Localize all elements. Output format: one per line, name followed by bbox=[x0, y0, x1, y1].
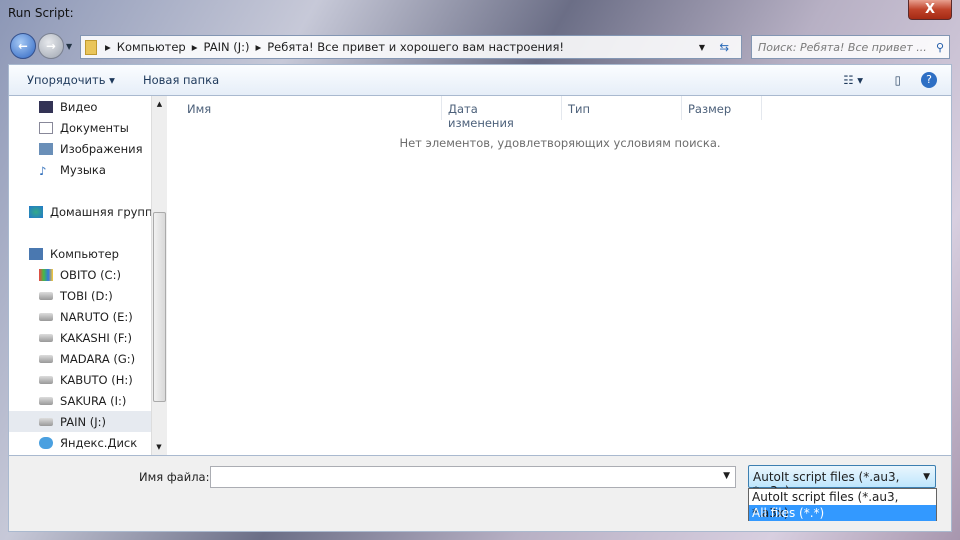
chevron-down-icon[interactable]: ▼ bbox=[923, 472, 930, 482]
sidebar-item-drive[interactable]: TOBI (D:) bbox=[9, 285, 167, 306]
window-title: Run Script: bbox=[8, 6, 74, 20]
search-icon: ⚲ bbox=[935, 41, 944, 54]
preview-pane-icon[interactable]: ▯ bbox=[895, 73, 901, 87]
help-icon[interactable]: ? bbox=[921, 72, 937, 88]
organize-button[interactable]: Упорядочить ▾ bbox=[27, 73, 115, 87]
documents-icon bbox=[39, 121, 53, 134]
refresh-icon[interactable]: ⇆ bbox=[719, 40, 729, 54]
forward-button[interactable]: → bbox=[38, 33, 64, 59]
address-bar[interactable]: ▸ Компьютер ▸ PAIN (J:) ▸ Ребята! Все приве… bbox=[80, 35, 742, 59]
filetype-option-highlighted[interactable]: All files (*.*) bbox=[749, 505, 936, 521]
filetype-dropdown-list[interactable]: AutoIt script files (*.au3, *.a3x) All f… bbox=[748, 488, 937, 521]
chevron-down-icon[interactable]: ▼ bbox=[723, 471, 730, 481]
empty-message: Нет элементов, удовлетворяющих условиям … bbox=[399, 136, 721, 150]
folder-icon bbox=[85, 39, 97, 55]
close-button[interactable]: X bbox=[908, 0, 952, 20]
sidebar-scrollbar[interactable]: ▲ ▼ bbox=[151, 96, 167, 455]
video-icon bbox=[39, 100, 53, 113]
sidebar-item-drive[interactable]: NARUTO (E:) bbox=[9, 306, 167, 327]
breadcrumb-drive[interactable]: PAIN (J:) bbox=[204, 40, 250, 54]
drive-icon bbox=[39, 291, 53, 300]
drive-icon bbox=[39, 396, 53, 405]
view-options-icon[interactable]: ☷ ▾ bbox=[843, 73, 863, 87]
scrollbar-thumb[interactable] bbox=[153, 212, 166, 402]
back-button[interactable]: ← bbox=[10, 33, 36, 59]
sidebar-item-drive[interactable]: KAKASHI (F:) bbox=[9, 327, 167, 348]
pictures-icon bbox=[39, 142, 53, 155]
sidebar-item-pictures[interactable]: Изображения bbox=[9, 138, 167, 159]
breadcrumb-computer[interactable]: Компьютер bbox=[117, 40, 186, 54]
cloud-icon bbox=[39, 436, 53, 449]
new-folder-button[interactable]: Новая папка bbox=[143, 73, 219, 87]
column-name[interactable]: Имя bbox=[169, 96, 442, 120]
filename-input[interactable]: ▼ bbox=[210, 466, 736, 488]
sidebar-item-video[interactable]: Видео bbox=[9, 96, 167, 117]
sidebar-item-yandex-disk[interactable]: Яндекс.Диск bbox=[9, 432, 167, 453]
breadcrumb-folder[interactable]: Ребята! Все привет и хорошего вам настро… bbox=[267, 40, 564, 54]
sidebar-item-drive[interactable]: OBITO (C:) bbox=[9, 264, 167, 285]
sidebar-item-drive[interactable]: KABUTO (H:) bbox=[9, 369, 167, 390]
column-date[interactable]: Дата изменения bbox=[442, 96, 562, 130]
search-input[interactable]: Поиск: Ребята! Все привет ... ⚲ bbox=[751, 35, 950, 59]
drive-icon bbox=[39, 333, 53, 342]
drive-icon bbox=[39, 312, 53, 321]
sidebar-item-drive[interactable]: MADARA (G:) bbox=[9, 348, 167, 369]
filename-label: Имя файла: bbox=[139, 470, 210, 484]
address-dropdown-icon[interactable]: ▼ bbox=[699, 43, 705, 52]
column-type[interactable]: Тип bbox=[562, 96, 682, 120]
filetype-select[interactable]: AutoIt script files (*.au3, *.a3x)▼ bbox=[748, 465, 936, 498]
sidebar-item-music[interactable]: ♪ Музыка bbox=[9, 159, 167, 180]
computer-icon bbox=[29, 247, 43, 260]
sidebar-item-homegroup[interactable]: Домашняя группа bbox=[9, 201, 167, 222]
drive-icon bbox=[39, 375, 53, 384]
drive-icon bbox=[39, 354, 53, 363]
recent-dropdown-icon[interactable]: ▼ bbox=[66, 42, 72, 51]
filetype-option[interactable]: AutoIt script files (*.au3, *.a3x) bbox=[749, 489, 936, 520]
sidebar-item-documents[interactable]: Документы bbox=[9, 117, 167, 138]
column-size[interactable]: Размер bbox=[682, 96, 762, 120]
windows-drive-icon bbox=[39, 268, 53, 281]
homegroup-icon bbox=[29, 205, 43, 218]
navigation-pane[interactable]: Видео Документы Изображения ♪ Музыка Дома… bbox=[9, 96, 167, 455]
sidebar-item-computer[interactable]: Компьютер bbox=[9, 243, 167, 264]
drive-icon bbox=[39, 417, 53, 426]
sidebar-item-drive[interactable]: SAKURA (I:) bbox=[9, 390, 167, 411]
sidebar-item-drive-selected[interactable]: PAIN (J:) bbox=[9, 411, 167, 432]
music-icon: ♪ bbox=[39, 163, 47, 178]
